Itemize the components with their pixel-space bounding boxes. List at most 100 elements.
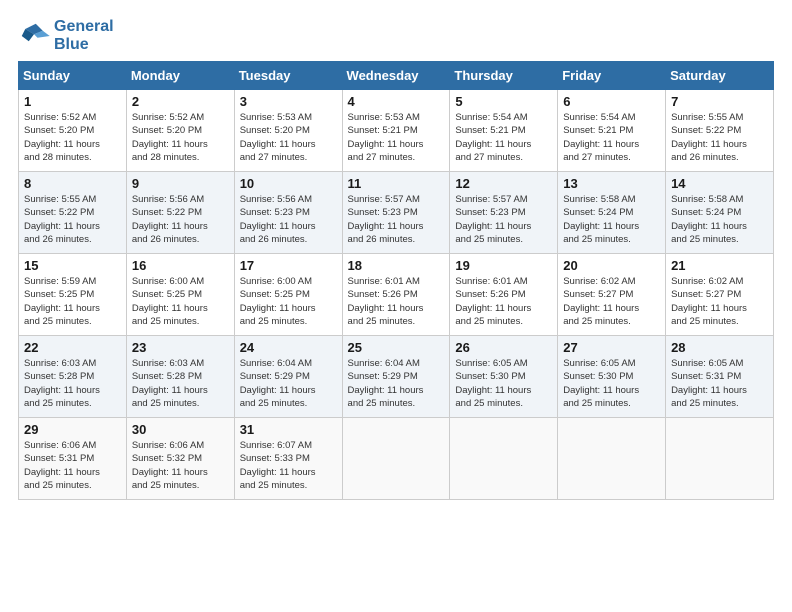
calendar-cell: 5 Sunrise: 5:54 AM Sunset: 5:21 PM Daylig… <box>450 90 558 172</box>
day-info: Sunrise: 5:58 AM Sunset: 5:24 PM Dayligh… <box>671 193 768 246</box>
weekday-header-thursday: Thursday <box>450 62 558 90</box>
calendar-cell: 15Sunrise: 5:59 AM Sunset: 5:25 PM Dayli… <box>19 254 127 336</box>
day-info: Sunrise: 5:56 AM Sunset: 5:22 PM Dayligh… <box>132 193 229 246</box>
calendar-week-row: 15Sunrise: 5:59 AM Sunset: 5:25 PM Dayli… <box>19 254 774 336</box>
day-number: 29 <box>24 422 121 437</box>
day-info: Sunrise: 6:00 AM Sunset: 5:25 PM Dayligh… <box>240 275 337 328</box>
calendar-cell: 6 Sunrise: 5:54 AM Sunset: 5:21 PM Daylig… <box>558 90 666 172</box>
day-info: Sunrise: 5:53 AM Sunset: 5:21 PM Dayligh… <box>348 111 445 164</box>
day-number: 1 <box>24 94 121 109</box>
calendar-cell: 12 Sunrise: 5:57 AM Sunset: 5:23 PM Dayli… <box>450 172 558 254</box>
calendar-week-row: 8 Sunrise: 5:55 AM Sunset: 5:22 PM Daylig… <box>19 172 774 254</box>
calendar-cell: 27 Sunrise: 6:05 AM Sunset: 5:30 PM Dayli… <box>558 336 666 418</box>
weekday-header-friday: Friday <box>558 62 666 90</box>
header: General Blue <box>18 18 774 53</box>
calendar-cell: 28 Sunrise: 6:05 AM Sunset: 5:31 PM Dayli… <box>666 336 774 418</box>
day-number: 4 <box>348 94 445 109</box>
weekday-header-saturday: Saturday <box>666 62 774 90</box>
day-info: Sunrise: 5:52 AM Sunset: 5:20 PM Dayligh… <box>132 111 229 164</box>
calendar-cell: 9Sunrise: 5:56 AM Sunset: 5:22 PM Daylig… <box>126 172 234 254</box>
day-number: 30 <box>132 422 229 437</box>
day-number: 23 <box>132 340 229 355</box>
day-number: 22 <box>24 340 121 355</box>
day-number: 28 <box>671 340 768 355</box>
day-info: Sunrise: 5:58 AM Sunset: 5:24 PM Dayligh… <box>563 193 660 246</box>
day-number: 16 <box>132 258 229 273</box>
day-number: 5 <box>455 94 552 109</box>
calendar-cell: 20 Sunrise: 6:02 AM Sunset: 5:27 PM Dayli… <box>558 254 666 336</box>
calendar-cell: 13 Sunrise: 5:58 AM Sunset: 5:24 PM Dayli… <box>558 172 666 254</box>
day-info: Sunrise: 5:55 AM Sunset: 5:22 PM Dayligh… <box>24 193 121 246</box>
day-info: Sunrise: 6:04 AM Sunset: 5:29 PM Dayligh… <box>348 357 445 410</box>
calendar-cell: 14Sunrise: 5:58 AM Sunset: 5:24 PM Dayli… <box>666 172 774 254</box>
day-info: Sunrise: 6:01 AM Sunset: 5:26 PM Dayligh… <box>455 275 552 328</box>
calendar-cell: 1 Sunrise: 5:52 AM Sunset: 5:20 PM Daylig… <box>19 90 127 172</box>
day-number: 26 <box>455 340 552 355</box>
calendar-cell: 2 Sunrise: 5:52 AM Sunset: 5:20 PM Daylig… <box>126 90 234 172</box>
calendar-cell: 8 Sunrise: 5:55 AM Sunset: 5:22 PM Daylig… <box>19 172 127 254</box>
calendar-cell: 16 Sunrise: 6:00 AM Sunset: 5:25 PM Dayli… <box>126 254 234 336</box>
calendar-cell <box>666 418 774 500</box>
day-number: 17 <box>240 258 337 273</box>
day-info: Sunrise: 6:00 AM Sunset: 5:25 PM Dayligh… <box>132 275 229 328</box>
day-info: Sunrise: 6:05 AM Sunset: 5:30 PM Dayligh… <box>563 357 660 410</box>
logo: General Blue <box>18 18 114 53</box>
day-info: Sunrise: 6:03 AM Sunset: 5:28 PM Dayligh… <box>24 357 121 410</box>
day-number: 3 <box>240 94 337 109</box>
calendar-cell <box>558 418 666 500</box>
logo-text-blue: Blue <box>54 36 114 54</box>
day-number: 2 <box>132 94 229 109</box>
calendar-week-row: 22 Sunrise: 6:03 AM Sunset: 5:28 PM Dayli… <box>19 336 774 418</box>
calendar-cell <box>342 418 450 500</box>
day-info: Sunrise: 6:06 AM Sunset: 5:31 PM Dayligh… <box>24 439 121 492</box>
page-container: General Blue SundayMondayTuesdayWednesda… <box>0 0 792 510</box>
calendar-cell: 19Sunrise: 6:01 AM Sunset: 5:26 PM Dayli… <box>450 254 558 336</box>
day-number: 24 <box>240 340 337 355</box>
day-number: 27 <box>563 340 660 355</box>
logo-text-general: General <box>54 18 114 36</box>
day-info: Sunrise: 5:54 AM Sunset: 5:21 PM Dayligh… <box>455 111 552 164</box>
weekday-header-row: SundayMondayTuesdayWednesdayThursdayFrid… <box>19 62 774 90</box>
calendar-cell: 7Sunrise: 5:55 AM Sunset: 5:22 PM Daylig… <box>666 90 774 172</box>
calendar-week-row: 1 Sunrise: 5:52 AM Sunset: 5:20 PM Daylig… <box>19 90 774 172</box>
day-info: Sunrise: 5:52 AM Sunset: 5:20 PM Dayligh… <box>24 111 121 164</box>
calendar-cell: 17 Sunrise: 6:00 AM Sunset: 5:25 PM Dayli… <box>234 254 342 336</box>
calendar-cell: 26 Sunrise: 6:05 AM Sunset: 5:30 PM Dayli… <box>450 336 558 418</box>
day-number: 15 <box>24 258 121 273</box>
calendar-cell: 11 Sunrise: 5:57 AM Sunset: 5:23 PM Dayli… <box>342 172 450 254</box>
weekday-header-sunday: Sunday <box>19 62 127 90</box>
day-number: 11 <box>348 176 445 191</box>
calendar-cell: 24 Sunrise: 6:04 AM Sunset: 5:29 PM Dayli… <box>234 336 342 418</box>
day-number: 12 <box>455 176 552 191</box>
day-number: 20 <box>563 258 660 273</box>
calendar-cell: 3 Sunrise: 5:53 AM Sunset: 5:20 PM Daylig… <box>234 90 342 172</box>
calendar-cell: 4 Sunrise: 5:53 AM Sunset: 5:21 PM Daylig… <box>342 90 450 172</box>
calendar-cell: 30 Sunrise: 6:06 AM Sunset: 5:32 PM Dayli… <box>126 418 234 500</box>
day-info: Sunrise: 6:06 AM Sunset: 5:32 PM Dayligh… <box>132 439 229 492</box>
day-info: Sunrise: 5:57 AM Sunset: 5:23 PM Dayligh… <box>455 193 552 246</box>
calendar-cell: 22 Sunrise: 6:03 AM Sunset: 5:28 PM Dayli… <box>19 336 127 418</box>
calendar-cell <box>450 418 558 500</box>
day-info: Sunrise: 6:03 AM Sunset: 5:28 PM Dayligh… <box>132 357 229 410</box>
day-info: Sunrise: 6:05 AM Sunset: 5:30 PM Dayligh… <box>455 357 552 410</box>
day-number: 13 <box>563 176 660 191</box>
day-info: Sunrise: 5:56 AM Sunset: 5:23 PM Dayligh… <box>240 193 337 246</box>
weekday-header-wednesday: Wednesday <box>342 62 450 90</box>
day-info: Sunrise: 5:54 AM Sunset: 5:21 PM Dayligh… <box>563 111 660 164</box>
weekday-header-monday: Monday <box>126 62 234 90</box>
day-info: Sunrise: 6:02 AM Sunset: 5:27 PM Dayligh… <box>563 275 660 328</box>
calendar-week-row: 29 Sunrise: 6:06 AM Sunset: 5:31 PM Dayli… <box>19 418 774 500</box>
day-number: 6 <box>563 94 660 109</box>
day-number: 18 <box>348 258 445 273</box>
day-info: Sunrise: 6:04 AM Sunset: 5:29 PM Dayligh… <box>240 357 337 410</box>
day-number: 10 <box>240 176 337 191</box>
calendar-cell: 31Sunrise: 6:07 AM Sunset: 5:33 PM Dayli… <box>234 418 342 500</box>
day-number: 31 <box>240 422 337 437</box>
day-number: 8 <box>24 176 121 191</box>
calendar-cell: 10 Sunrise: 5:56 AM Sunset: 5:23 PM Dayli… <box>234 172 342 254</box>
day-number: 21 <box>671 258 768 273</box>
day-info: Sunrise: 5:57 AM Sunset: 5:23 PM Dayligh… <box>348 193 445 246</box>
day-info: Sunrise: 6:05 AM Sunset: 5:31 PM Dayligh… <box>671 357 768 410</box>
calendar-cell: 18Sunrise: 6:01 AM Sunset: 5:26 PM Dayli… <box>342 254 450 336</box>
day-info: Sunrise: 5:53 AM Sunset: 5:20 PM Dayligh… <box>240 111 337 164</box>
